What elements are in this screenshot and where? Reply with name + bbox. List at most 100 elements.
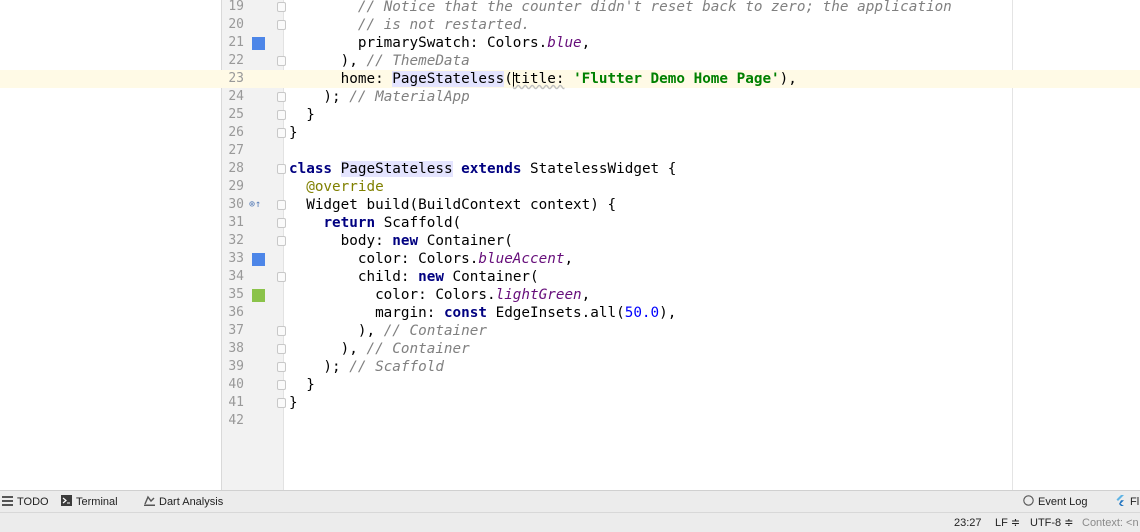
- color-preview-icon[interactable]: [252, 37, 265, 50]
- code-text[interactable]: body: new Container(: [289, 232, 513, 250]
- code-line[interactable]: 36 margin: const EdgeInsets.all(50.0),: [0, 304, 1140, 322]
- code-text[interactable]: class PageStateless extends StatelessWid…: [289, 160, 676, 178]
- fold-marker-icon[interactable]: [277, 344, 286, 354]
- line-number: 38: [228, 341, 244, 356]
- code-line[interactable]: 29 @override: [0, 178, 1140, 196]
- code-line[interactable]: 33 color: Colors.blueAccent,: [0, 250, 1140, 268]
- current-code-line[interactable]: 23 home: PageStateless(title: 'Flutter D…: [0, 70, 1140, 88]
- code-token: blueAccent: [478, 251, 565, 267]
- code-token: extends: [461, 161, 522, 177]
- code-text[interactable]: }: [289, 394, 298, 412]
- code-token: @override: [306, 179, 384, 195]
- caret-position[interactable]: 23:27: [954, 516, 982, 530]
- fold-marker-icon[interactable]: [277, 272, 286, 282]
- code-text[interactable]: // Notice that the counter didn't reset …: [289, 0, 952, 16]
- code-text[interactable]: ); // MaterialApp: [289, 88, 470, 106]
- code-line[interactable]: 41}: [0, 394, 1140, 412]
- code-text[interactable]: @override: [289, 178, 384, 196]
- code-text[interactable]: ), // ThemeData: [289, 52, 470, 70]
- color-preview-icon[interactable]: [252, 253, 265, 266]
- code-token: PageStateless: [340, 161, 453, 177]
- code-line[interactable]: 28 class PageStateless extends StatelessW…: [0, 160, 1140, 178]
- code-text[interactable]: Widget build(BuildContext context) {: [289, 196, 616, 214]
- code-text[interactable]: ), // Container: [289, 340, 470, 358]
- code-line[interactable]: 40 }: [0, 376, 1140, 394]
- line-number: 40: [228, 377, 244, 392]
- fold-marker-icon[interactable]: [277, 92, 286, 102]
- code-text[interactable]: // is not restarted.: [289, 16, 530, 34]
- line-number: 20: [228, 17, 244, 32]
- fold-marker-icon[interactable]: [277, 200, 286, 210]
- code-line[interactable]: 27: [0, 142, 1140, 160]
- fold-marker-icon[interactable]: [277, 398, 286, 408]
- code-text[interactable]: color: Colors.lightGreen,: [289, 286, 590, 304]
- code-text[interactable]: return Scaffold(: [289, 214, 461, 232]
- encoding-widget[interactable]: UTF-8 ≑: [1030, 516, 1073, 530]
- terminal-tool-button[interactable]: Terminal: [61, 495, 118, 509]
- code-text[interactable]: }: [289, 124, 298, 142]
- code-token: child:: [289, 269, 419, 285]
- code-line[interactable]: 26}: [0, 124, 1140, 142]
- line-separator-widget[interactable]: LF ≑: [995, 516, 1020, 530]
- event-log-tool-button[interactable]: Event Log: [1023, 495, 1088, 509]
- code-token: 'Flutter Demo Home Page': [573, 71, 780, 87]
- fold-marker-icon[interactable]: [277, 362, 286, 372]
- code-line[interactable]: 24 ); // MaterialApp: [0, 88, 1140, 106]
- context-widget[interactable]: Context: <n: [1082, 516, 1139, 530]
- code-text[interactable]: ), // Container: [289, 322, 487, 340]
- code-line[interactable]: 39 ); // Scaffold: [0, 358, 1140, 376]
- terminal-icon: [61, 495, 72, 506]
- code-token: ),: [289, 53, 367, 69]
- code-token: // MaterialApp: [349, 89, 470, 105]
- code-token: return: [323, 215, 376, 231]
- code-line[interactable]: 38 ), // Container: [0, 340, 1140, 358]
- code-line[interactable]: 37 ), // Container: [0, 322, 1140, 340]
- code-line[interactable]: 19 // Notice that the counter didn't res…: [0, 0, 1140, 16]
- line-number: 35: [228, 287, 244, 302]
- code-line[interactable]: 25 }: [0, 106, 1140, 124]
- override-marker-icon[interactable]: ⊚↑: [249, 198, 261, 212]
- code-text[interactable]: margin: const EdgeInsets.all(50.0),: [289, 304, 676, 322]
- code-line[interactable]: 35 color: Colors.lightGreen,: [0, 286, 1140, 304]
- fold-marker-icon[interactable]: [277, 326, 286, 336]
- line-number: 29: [228, 179, 244, 194]
- color-preview-icon[interactable]: [252, 289, 265, 302]
- code-token: (: [504, 71, 513, 87]
- code-line[interactable]: 42: [0, 412, 1140, 430]
- code-line[interactable]: 30 ⊚↑ Widget build(BuildContext context) …: [0, 196, 1140, 214]
- code-line[interactable]: 31 return Scaffold(: [0, 214, 1140, 232]
- todo-tool-button[interactable]: TODO: [2, 495, 49, 509]
- fold-marker-icon[interactable]: [277, 380, 286, 390]
- code-text[interactable]: ); // Scaffold: [289, 358, 444, 376]
- code-text[interactable]: color: Colors.blueAccent,: [289, 250, 573, 268]
- code-line[interactable]: 32 body: new Container(: [0, 232, 1140, 250]
- code-text[interactable]: home: PageStateless(title: 'Flutter Demo…: [289, 70, 797, 88]
- dart-analysis-tool-button[interactable]: Dart Analysis: [144, 495, 223, 509]
- code-line[interactable]: 34 child: new Container(: [0, 268, 1140, 286]
- code-text[interactable]: }: [289, 376, 315, 394]
- fold-marker-icon[interactable]: [277, 56, 286, 66]
- fold-marker-icon[interactable]: [277, 128, 286, 138]
- flutter-icon: [1115, 495, 1126, 506]
- code-line[interactable]: 21 primarySwatch: Colors.blue,: [0, 34, 1140, 52]
- code-token: const: [443, 305, 487, 321]
- line-number: 19: [228, 0, 244, 14]
- code-token: Container(: [443, 269, 539, 285]
- fold-marker-icon[interactable]: [277, 2, 286, 12]
- line-number: 32: [228, 233, 244, 248]
- line-number: 28: [228, 161, 244, 176]
- code-text[interactable]: primarySwatch: Colors.blue,: [289, 34, 590, 52]
- fold-marker-icon[interactable]: [277, 164, 286, 174]
- code-line[interactable]: 22 ), // ThemeData: [0, 52, 1140, 70]
- code-text[interactable]: child: new Container(: [289, 268, 539, 286]
- fold-marker-icon[interactable]: [277, 110, 286, 120]
- flutter-tool-button[interactable]: Fl: [1115, 495, 1139, 509]
- fold-marker-icon[interactable]: [277, 236, 286, 246]
- fold-marker-icon[interactable]: [277, 20, 286, 30]
- code-line[interactable]: 20 // is not restarted.: [0, 16, 1140, 34]
- fold-marker-icon[interactable]: [277, 218, 286, 228]
- line-number: 25: [228, 107, 244, 122]
- code-text[interactable]: }: [289, 106, 315, 124]
